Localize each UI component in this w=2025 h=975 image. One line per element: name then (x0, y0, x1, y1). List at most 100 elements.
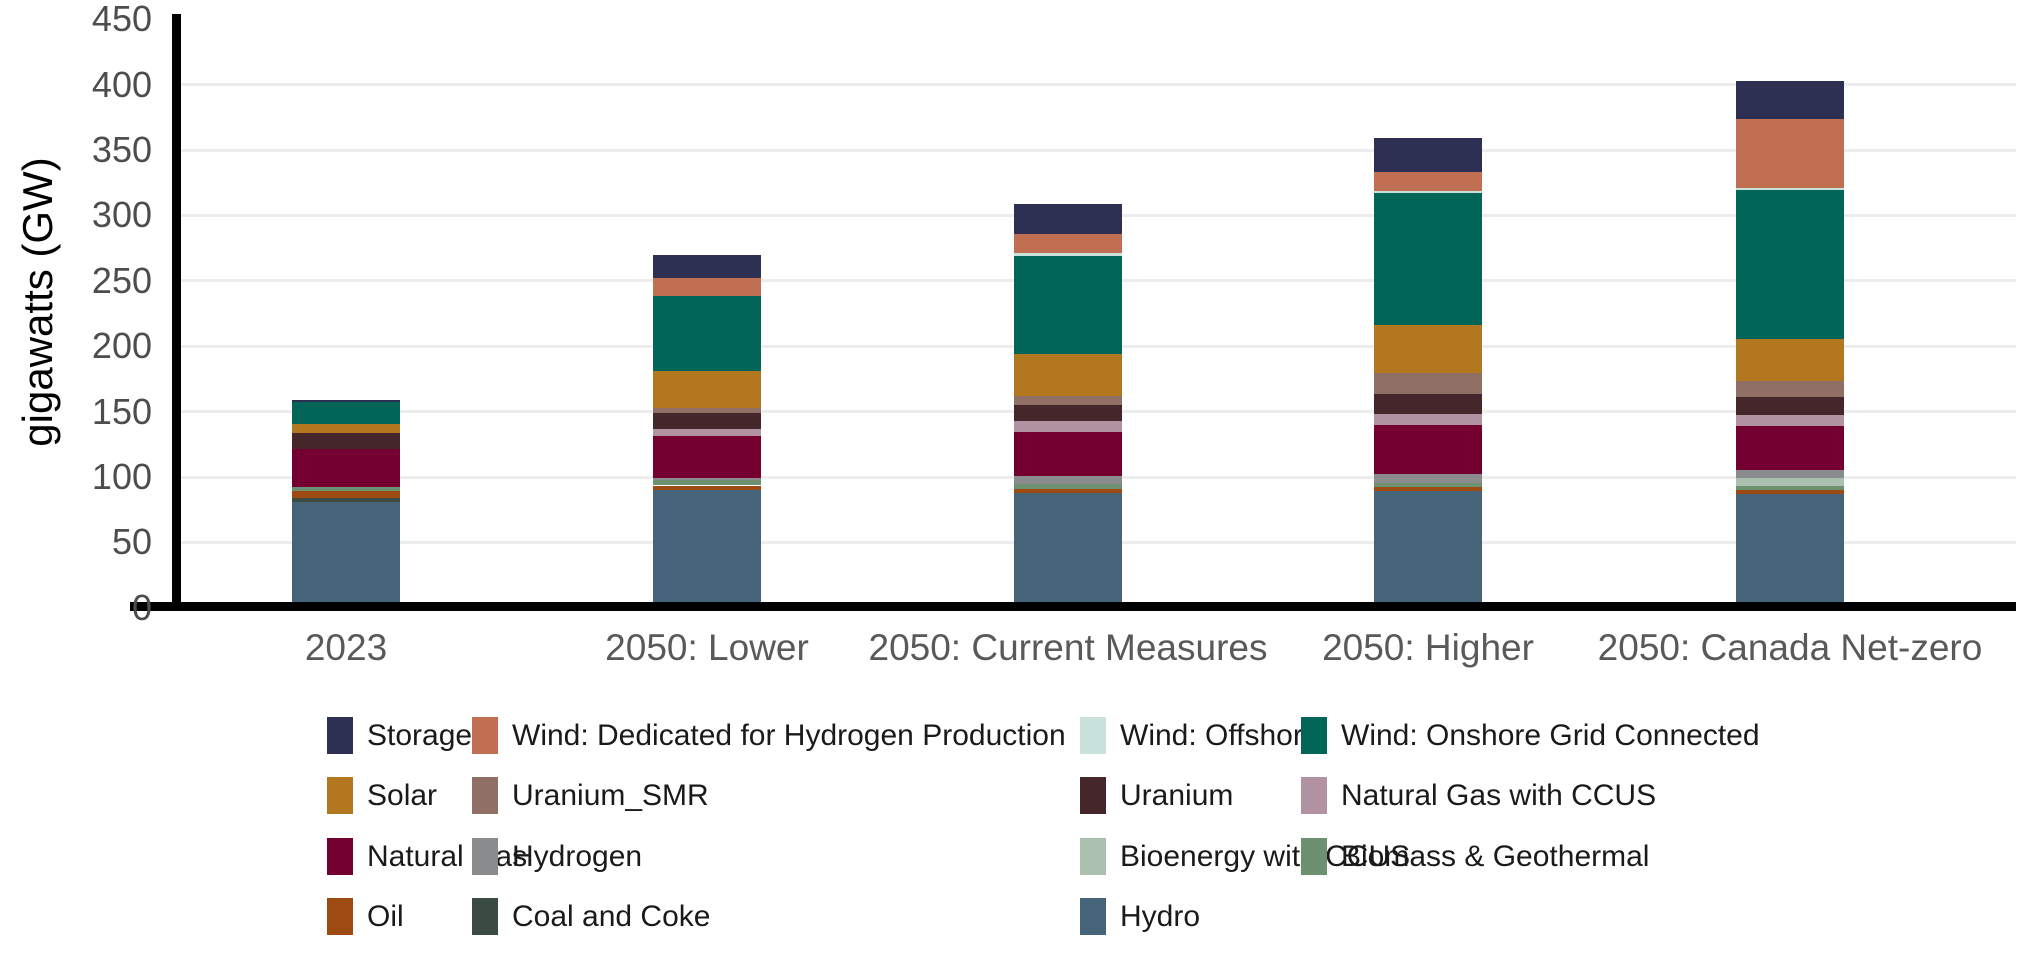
legend-swatch-icon (327, 898, 353, 935)
bar-segment (1736, 188, 1844, 190)
bar-segment (1374, 474, 1482, 483)
bar-segment (1374, 191, 1482, 193)
bar-segment (292, 498, 400, 502)
legend-label: Uranium (1120, 777, 1233, 814)
bar-segment (1736, 494, 1844, 608)
bar-segment (1736, 490, 1844, 494)
bar-segment (1736, 478, 1844, 486)
y-tick-label-100: 100 (27, 456, 152, 498)
legend-swatch-icon (472, 717, 498, 754)
bar-segment (1736, 119, 1844, 188)
bar-segment (653, 413, 761, 429)
bar-segment (1736, 426, 1844, 470)
bar-segment (292, 491, 400, 498)
bar-segment (292, 502, 400, 608)
bar-segment (1736, 339, 1844, 381)
legend-label: Hydrogen (512, 838, 642, 875)
bar-segment (1014, 256, 1122, 354)
bar-segment (653, 486, 761, 491)
bar-segment (292, 487, 400, 491)
bar-segment (653, 478, 761, 481)
bar-segment (1014, 396, 1122, 405)
bar-segment (1736, 81, 1844, 118)
legend-label: Natural Gas (367, 838, 527, 875)
bar-segment (1736, 381, 1844, 397)
y-tick-label-450: 450 (27, 0, 152, 40)
bar-segment (292, 424, 400, 433)
bar-segment (1014, 253, 1122, 256)
y-tick-label-0: 0 (27, 587, 152, 629)
bar-segment (1374, 487, 1482, 491)
bar-segment (1374, 425, 1482, 473)
x-axis-line (130, 602, 2016, 611)
bar-segment (1736, 470, 1844, 478)
bar-segment (653, 296, 761, 371)
bar-segment (1374, 491, 1482, 607)
bar-segment (292, 400, 400, 401)
x-category-label: 2050: Canada Net-zero (1530, 626, 2025, 670)
bar-segment (1374, 172, 1482, 190)
y-tick-label-200: 200 (27, 325, 152, 367)
bar-segment (1014, 234, 1122, 253)
bar-segment (1374, 138, 1482, 172)
bar-segment (1736, 190, 1844, 339)
y-tick-label-250: 250 (27, 260, 152, 302)
legend-label: Solar (367, 777, 437, 814)
legend-swatch-icon (327, 838, 353, 875)
bar-segment (1014, 432, 1122, 476)
bar-segment (1374, 193, 1482, 325)
bar-segment (1736, 397, 1844, 415)
legend-label: Wind: Dedicated for Hydrogen Production (512, 717, 1066, 754)
y-tick-label-150: 150 (27, 391, 152, 433)
bar-segment (653, 480, 761, 485)
bar-segment (653, 490, 761, 608)
bar-segment (1014, 493, 1122, 608)
legend-swatch-icon (1080, 717, 1106, 754)
legend-swatch-icon (472, 777, 498, 814)
bar-segment (1736, 415, 1844, 426)
bar-segment (653, 436, 761, 477)
bar-segment (1374, 414, 1482, 426)
stacked-bar-chart: gigawatts (GW) 0501001502002503003504004… (0, 0, 2025, 975)
bar-segment (1736, 486, 1844, 490)
bar-segment (1014, 489, 1122, 493)
legend-label: Storage (367, 717, 472, 754)
legend-swatch-icon (1080, 777, 1106, 814)
y-tick-label-300: 300 (27, 194, 152, 236)
bar-segment (653, 408, 761, 413)
bar-segment (1014, 421, 1122, 432)
bar-segment (1374, 325, 1482, 373)
bar-segment (1014, 405, 1122, 421)
y-tick-label-400: 400 (27, 64, 152, 106)
legend-swatch-icon (327, 717, 353, 754)
legend-swatch-icon (1301, 838, 1327, 875)
bar-segment (1374, 394, 1482, 414)
y-axis-line (172, 14, 181, 611)
legend-label: Biomass & Geothermal (1341, 838, 1649, 875)
legend-label: Uranium_SMR (512, 777, 709, 814)
bar-segment (653, 255, 761, 277)
legend-label: Coal and Coke (512, 898, 710, 935)
legend-label: Oil (367, 898, 404, 935)
legend-label: Natural Gas with CCUS (1341, 777, 1656, 814)
legend-label: Wind: Offshore (1120, 717, 1320, 754)
legend-label: Wind: Onshore Grid Connected (1341, 717, 1760, 754)
bar-segment (653, 278, 761, 296)
bar-segment (1014, 204, 1122, 235)
bar-segment (1374, 483, 1482, 488)
y-tick-label-350: 350 (27, 129, 152, 171)
legend-swatch-icon (1080, 838, 1106, 875)
legend-swatch-icon (472, 838, 498, 875)
bar-segment (1374, 373, 1482, 394)
legend-swatch-icon (327, 777, 353, 814)
legend-swatch-icon (1301, 777, 1327, 814)
y-tick-label-50: 50 (27, 521, 152, 563)
legend-swatch-icon (472, 898, 498, 935)
bar-segment (292, 449, 400, 487)
bar-segment (1014, 354, 1122, 396)
legend-swatch-icon (1301, 717, 1327, 754)
legend-swatch-icon (1080, 898, 1106, 935)
bar-segment (1014, 476, 1122, 484)
bar-segment (292, 433, 400, 449)
bar-segment (653, 429, 761, 436)
